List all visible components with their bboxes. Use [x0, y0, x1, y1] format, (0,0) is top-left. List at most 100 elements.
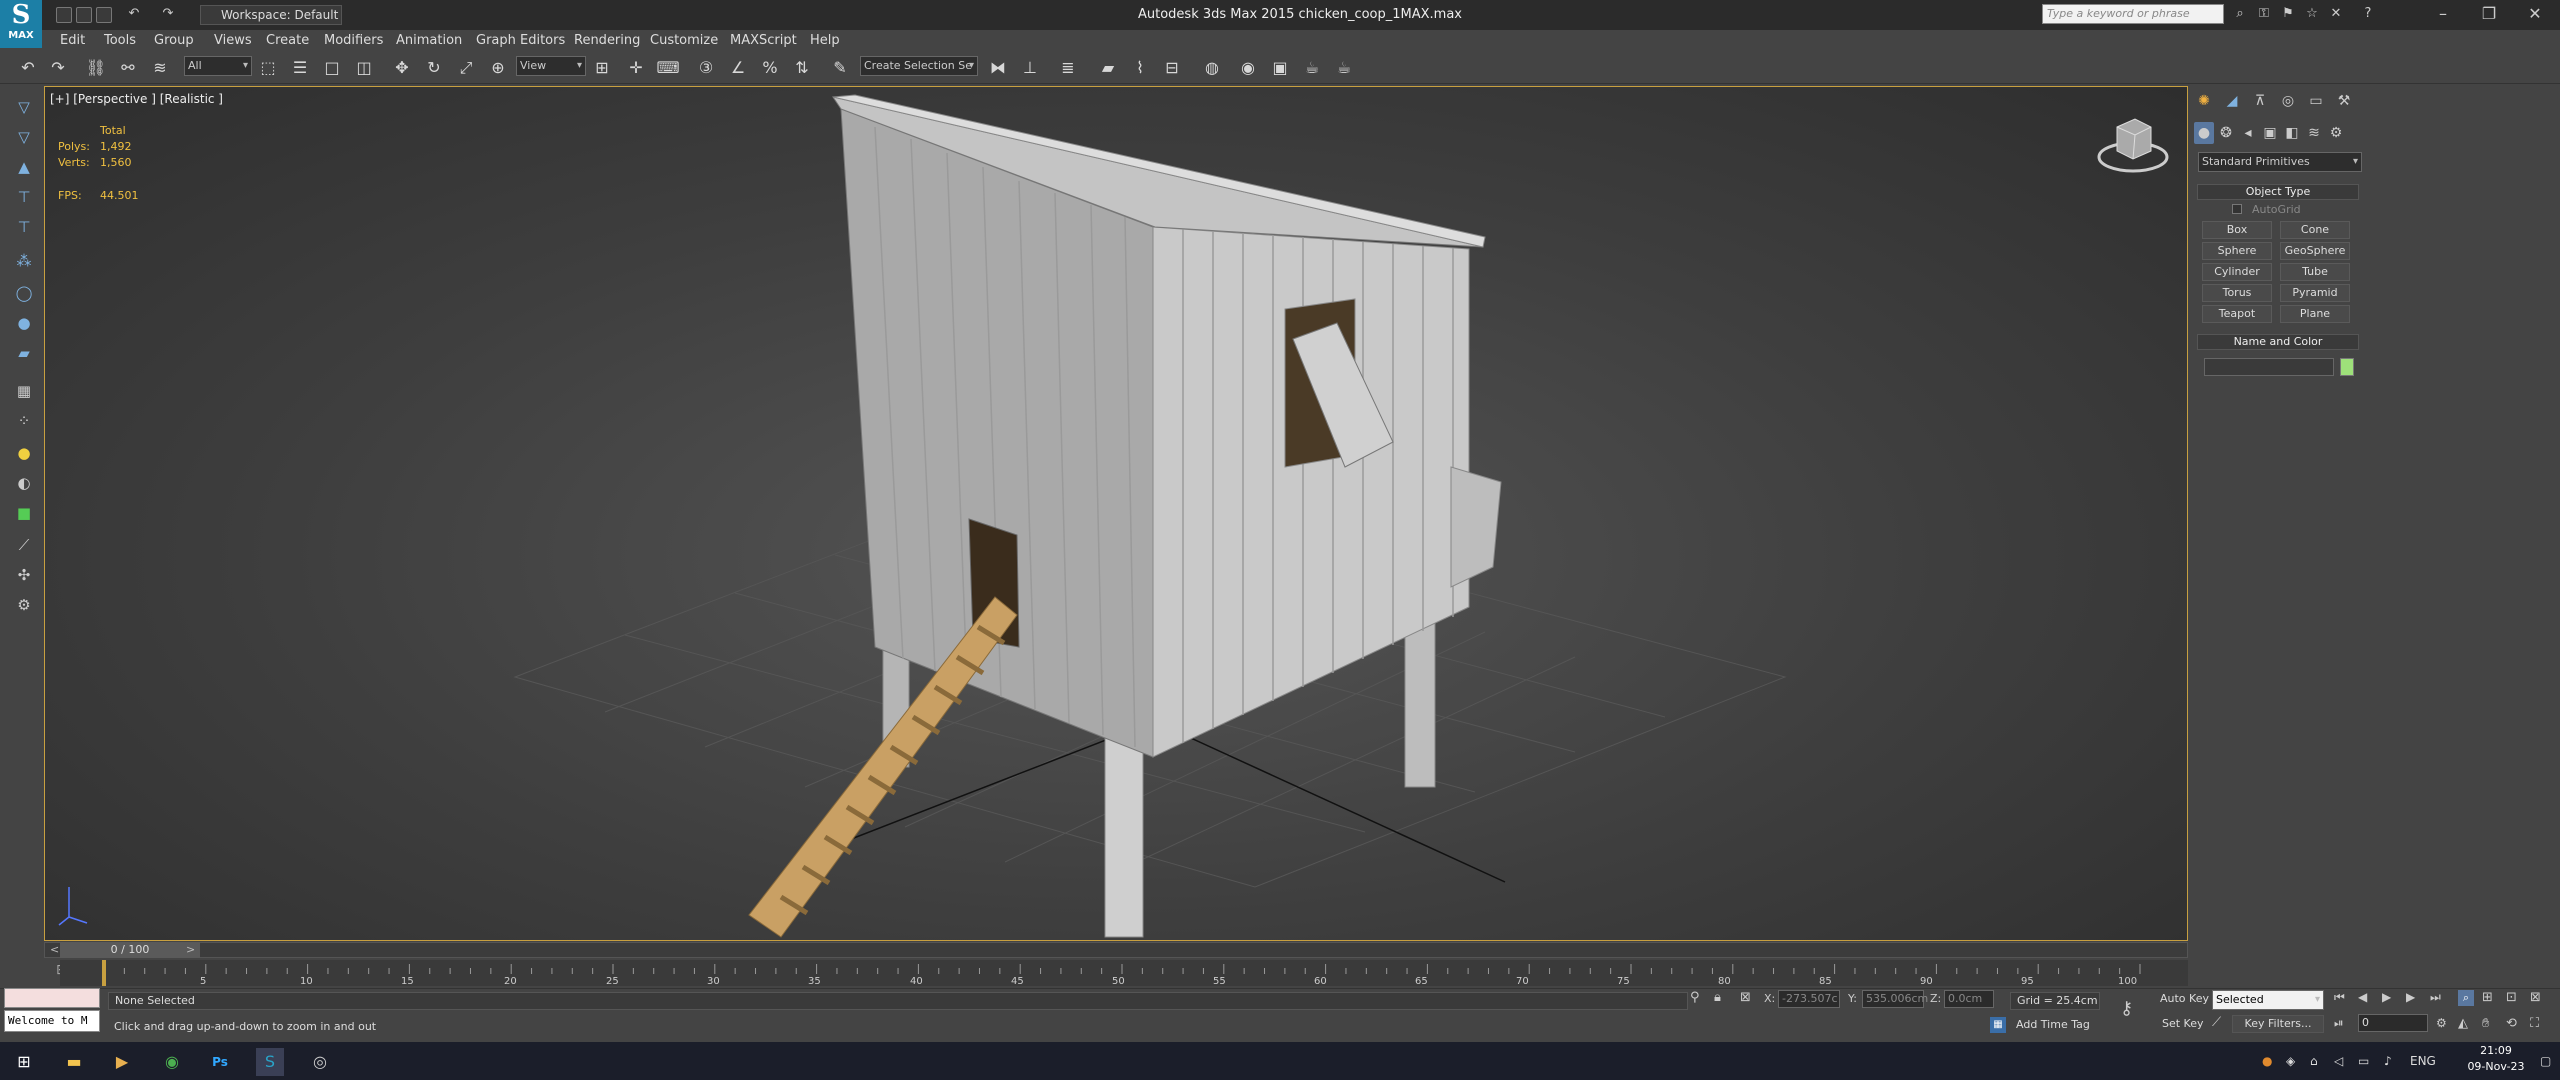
- angle-snap-icon[interactable]: ∠: [726, 56, 750, 80]
- snaps-toggle-icon[interactable]: ③: [694, 56, 718, 80]
- exchange-icon[interactable]: ✕: [2328, 6, 2344, 22]
- layer-tool-icon[interactable]: ▰: [12, 342, 36, 364]
- rendered-frame-window-icon[interactable]: ▣: [1268, 56, 1292, 80]
- open-file-icon[interactable]: [76, 7, 92, 23]
- helper-icon[interactable]: ■: [12, 502, 36, 524]
- keyword-search-input[interactable]: Type a keyword or phrase: [2042, 4, 2224, 24]
- pivot-center-icon[interactable]: ⊞: [590, 56, 614, 80]
- cone-button[interactable]: Cone: [2280, 221, 2350, 239]
- schematic-view-icon[interactable]: ⊟: [1160, 56, 1184, 80]
- lights-icon[interactable]: ◂: [2238, 122, 2258, 144]
- grid-tool-icon[interactable]: ⁂: [12, 250, 36, 272]
- prev-frame-arrow-icon[interactable]: <: [50, 943, 59, 956]
- pyramid-button[interactable]: Pyramid: [2280, 284, 2350, 302]
- selection-lock-icon[interactable]: 🔒︎: [1714, 990, 1721, 1005]
- edit-named-selection-icon[interactable]: ✎: [828, 56, 852, 80]
- menu-customize[interactable]: Customize: [644, 30, 724, 52]
- help-icon[interactable]: ?: [2360, 6, 2376, 22]
- name-and-color-rollout[interactable]: Name and Color: [2197, 334, 2359, 350]
- select-by-name-icon[interactable]: ☰: [288, 56, 312, 80]
- bind-to-space-warp-icon[interactable]: ≋: [148, 56, 172, 80]
- menu-tools[interactable]: Tools: [98, 30, 142, 52]
- align-icon[interactable]: ⊥: [1018, 56, 1042, 80]
- x-coord-field[interactable]: -273.507c: [1778, 990, 1840, 1008]
- utilities-tab-icon[interactable]: ⚒: [2332, 90, 2356, 112]
- clock-time[interactable]: 21:09: [2456, 1044, 2536, 1057]
- layer-explorer-icon[interactable]: ≣: [1056, 56, 1080, 80]
- modify-tab-icon[interactable]: ◢: [2220, 90, 2244, 112]
- sphere-button[interactable]: Sphere: [2202, 242, 2272, 260]
- maximize-icon[interactable]: ❐: [2466, 0, 2512, 30]
- previous-frame-icon[interactable]: ◀︎: [2358, 990, 2367, 1004]
- tray-speaker-icon[interactable]: ♪: [2384, 1051, 2392, 1071]
- y-coord-field[interactable]: 535.006cm: [1862, 990, 1928, 1008]
- binoculars-icon[interactable]: ⌕: [2232, 6, 2248, 22]
- save-file-icon[interactable]: [96, 7, 112, 23]
- workspace-dropdown[interactable]: Workspace: Default: [200, 5, 342, 25]
- spacewarp-icon[interactable]: ✣: [12, 564, 36, 586]
- undo-icon[interactable]: ↶: [126, 6, 142, 22]
- menu-edit[interactable]: Edit: [54, 30, 91, 52]
- app-menu-button[interactable]: S MAX: [0, 0, 42, 48]
- hierarchy-tab-icon[interactable]: ⊼: [2248, 90, 2272, 112]
- torus-tool-icon[interactable]: ◯: [12, 282, 36, 304]
- viewport-label[interactable]: [+] [Perspective ] [Realistic ]: [50, 92, 223, 106]
- favorites-icon[interactable]: ☆: [2304, 6, 2320, 22]
- minimize-icon[interactable]: –: [2420, 0, 2466, 30]
- absolute-mode-icon[interactable]: ⊠: [1740, 990, 1751, 1005]
- systems-icon[interactable]: ⚙: [2326, 122, 2346, 144]
- reference-coordinate-dropdown[interactable]: View: [516, 56, 586, 76]
- current-frame-field[interactable]: 0: [2358, 1014, 2428, 1032]
- scale-icon[interactable]: ⤢: [454, 56, 478, 80]
- start-icon[interactable]: ⊞: [10, 1048, 38, 1076]
- torus-button[interactable]: Torus: [2202, 284, 2272, 302]
- tray-volume-icon[interactable]: ◁: [2334, 1051, 2343, 1071]
- time-slider[interactable]: 0 / 100: [60, 942, 200, 958]
- cylinder-button[interactable]: Cylinder: [2202, 263, 2272, 281]
- object-category-dropdown[interactable]: Standard Primitives: [2198, 152, 2362, 172]
- new-scene-icon[interactable]: [56, 7, 72, 23]
- systems-icon[interactable]: ⚙: [12, 594, 36, 616]
- shapes-icon[interactable]: ❂: [2216, 122, 2236, 144]
- orbit-icon[interactable]: ⟲: [2506, 1016, 2517, 1031]
- add-time-tag-button[interactable]: Add Time Tag: [2010, 1018, 2100, 1031]
- menu-rendering[interactable]: Rendering: [568, 30, 646, 52]
- time-configuration-icon[interactable]: ⚙: [2436, 1016, 2447, 1030]
- space-warps-icon[interactable]: ≋: [2304, 122, 2324, 144]
- rotate-icon[interactable]: ↻: [422, 56, 446, 80]
- go-to-end-icon[interactable]: ⏭: [2430, 990, 2441, 1005]
- light-icon[interactable]: ●: [12, 442, 36, 464]
- select-manipulate-icon[interactable]: ✛: [624, 56, 648, 80]
- language-indicator[interactable]: ENG: [2410, 1051, 2436, 1071]
- set-key-button[interactable]: Set Key: [2162, 1017, 2204, 1030]
- mirror-icon[interactable]: ⧓: [986, 56, 1010, 80]
- key-tangent-icon[interactable]: ⟋: [2212, 1015, 2221, 1030]
- perspective-viewport[interactable]: [44, 86, 2188, 941]
- render-production-icon[interactable]: ☕: [1300, 56, 1324, 80]
- maxscript-listener-field[interactable]: [4, 988, 100, 1008]
- time-tag-icon[interactable]: ▦: [1990, 1017, 2006, 1033]
- field-of-view-icon[interactable]: ◭: [2458, 1016, 2468, 1031]
- notifications-icon[interactable]: ▢: [2540, 1051, 2551, 1071]
- key-selection-dropdown[interactable]: Selected: [2212, 990, 2324, 1010]
- time-slider-track[interactable]: [44, 942, 2188, 958]
- object-color-swatch[interactable]: [2340, 358, 2354, 376]
- key-filters-button[interactable]: Key Filters...: [2232, 1015, 2324, 1033]
- pan-view-icon[interactable]: ✋︎: [2482, 1016, 2489, 1031]
- render-setup-icon[interactable]: ◉: [1236, 56, 1260, 80]
- rectangular-selection-icon[interactable]: □: [320, 56, 344, 80]
- curve-editor-icon[interactable]: ⌇: [1128, 56, 1152, 80]
- zoom-icon[interactable]: ⌕: [2458, 990, 2474, 1006]
- menu-maxscript[interactable]: MAXScript: [724, 30, 803, 52]
- redo-icon[interactable]: ↷: [46, 56, 70, 80]
- maximize-viewport-icon[interactable]: ⛶: [2530, 1016, 2539, 1031]
- autogrid-checkbox[interactable]: [2232, 204, 2242, 214]
- create-tab-icon[interactable]: ✺: [2192, 90, 2216, 112]
- play-icon[interactable]: ▶︎: [2382, 990, 2391, 1004]
- media-player-icon[interactable]: ▶︎: [108, 1048, 136, 1076]
- next-frame-arrow-icon[interactable]: >: [186, 943, 195, 956]
- plane-button[interactable]: Plane: [2280, 305, 2350, 323]
- auto-key-button[interactable]: Auto Key: [2160, 992, 2209, 1005]
- maxscript-mini-listener[interactable]: Welcome to M: [4, 1010, 100, 1032]
- select-and-link-icon[interactable]: ⛓: [84, 56, 108, 80]
